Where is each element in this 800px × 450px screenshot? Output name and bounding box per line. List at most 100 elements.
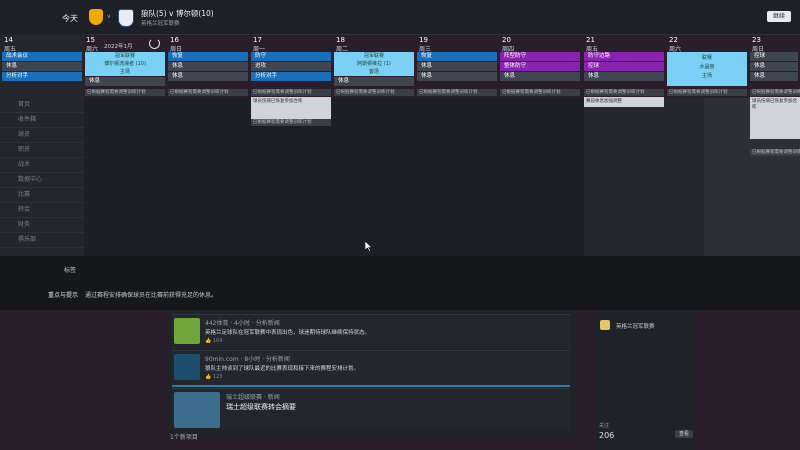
day-header: 17 周一 bbox=[253, 36, 266, 53]
news-text: 狼队主帅谈到了球队最近的比赛表现和接下来的赛程安排计划。 bbox=[205, 366, 360, 372]
training-session[interactable]: 分析对手 bbox=[251, 72, 331, 81]
match-card-venue: 客场 bbox=[368, 69, 379, 75]
tips-strip bbox=[0, 256, 800, 310]
match-card-competition: 冠军联赛 bbox=[114, 53, 135, 59]
sidebar-item[interactable]: 首页 bbox=[0, 98, 84, 113]
training-session[interactable]: 休息 bbox=[584, 72, 664, 81]
news-post[interactable]: 442体育 · 4小时 · 分析新闻 英格兰足球队在冠军联赛中表现出色，球迷期待… bbox=[172, 314, 570, 349]
news-likes: 👍 164 bbox=[205, 338, 222, 344]
day-header: 16 周日 bbox=[170, 36, 183, 53]
schedule-note: 已根据赛程需要调整训练计划 bbox=[667, 89, 747, 96]
training-session[interactable]: 进攻 bbox=[251, 62, 331, 71]
like-count: 123 bbox=[212, 374, 223, 380]
news-thumbnail bbox=[174, 354, 200, 380]
schedule-note: 已根据赛程需要调整训练计划 bbox=[584, 89, 664, 96]
sidebar-item[interactable]: 球员 bbox=[0, 128, 84, 143]
loading-spinner-icon bbox=[149, 38, 160, 49]
news-thumbnail bbox=[174, 318, 200, 344]
training-session[interactable]: 休息 bbox=[168, 62, 248, 71]
training-session[interactable]: 休息 bbox=[500, 72, 580, 81]
match-card[interactable]: 冠军联赛 博尔顿流浪者 (10) 主场 bbox=[85, 52, 165, 76]
training-session[interactable]: 恢复 bbox=[417, 52, 497, 61]
follow-count: 206 bbox=[599, 431, 615, 440]
club-crest-icon bbox=[600, 320, 610, 330]
sidebar-item[interactable]: 数据中心 bbox=[0, 173, 84, 188]
tips-label: 重点与提示 bbox=[48, 292, 79, 299]
schedule-note: 已根据赛程需要调整训练计划 bbox=[750, 89, 800, 96]
day-18-column: 冠军联赛 阿斯顿维拉 (1) 客场 休息 bbox=[334, 52, 414, 86]
news-thumbnail bbox=[174, 392, 220, 428]
training-session[interactable]: 恢复 bbox=[168, 52, 248, 61]
training-session[interactable]: 休息 bbox=[417, 72, 497, 81]
schedule-note: 已根据赛程需要调整训练计划 bbox=[500, 89, 580, 96]
mouse-cursor-icon bbox=[365, 241, 373, 252]
training-session[interactable]: 休息 bbox=[334, 77, 414, 86]
training-session[interactable]: 控球 bbox=[750, 52, 798, 61]
day-21-column: 防守边路 控球 休息 bbox=[584, 52, 664, 86]
followed-item[interactable]: 英格兰冠军联赛 bbox=[616, 322, 655, 330]
day-header: 21 周五 bbox=[586, 36, 599, 53]
day-header: 14 周五 bbox=[4, 36, 17, 53]
day-header: 20 周四 bbox=[502, 36, 515, 53]
training-session[interactable]: 战术会议 bbox=[2, 52, 82, 61]
match-card-opponent: 阿斯顿维拉 (1) bbox=[357, 61, 391, 67]
schedule-note: 已根据赛程需要调整训练计划 bbox=[251, 119, 331, 126]
sidebar-item[interactable]: 比赛 bbox=[0, 188, 84, 203]
like-count: 164 bbox=[212, 338, 223, 344]
today-label[interactable]: 今天 bbox=[62, 13, 78, 24]
match-competition: 英格兰冠军联赛 bbox=[141, 21, 180, 27]
versus-label: v bbox=[107, 13, 111, 20]
training-session[interactable]: 休息 bbox=[417, 62, 497, 71]
follow-count-label: 关注 bbox=[599, 423, 610, 429]
sidebar-item[interactable]: 俱乐部 bbox=[0, 233, 84, 248]
training-session[interactable]: 整体防守 bbox=[500, 62, 580, 71]
schedule-popup[interactable]: 赛前休息加强调整 bbox=[584, 97, 664, 107]
training-session[interactable]: 阵型防守 bbox=[500, 52, 580, 61]
strip-label: 标签 bbox=[64, 267, 77, 274]
news-feed: 442体育 · 4小时 · 分析新闻 英格兰足球队在冠军联赛中表现出色，球迷期待… bbox=[168, 310, 576, 438]
training-session[interactable]: 休息 bbox=[750, 72, 798, 81]
training-session[interactable]: 防守 bbox=[251, 52, 331, 61]
training-session[interactable]: 休息 bbox=[85, 77, 165, 86]
training-session[interactable]: 休息 bbox=[2, 62, 82, 71]
match-card-venue: 主场 bbox=[701, 73, 712, 79]
news-likes: 👍 123 bbox=[205, 374, 222, 380]
match-title[interactable]: 狼队(5) v 博尔顿(10) bbox=[141, 8, 214, 19]
day-23-column: 控球 休息 休息 bbox=[750, 52, 798, 86]
schedule-note: 已根据赛程需要调整训练计划 bbox=[750, 149, 800, 156]
view-button[interactable]: 查看 bbox=[675, 430, 693, 438]
sidebar-item[interactable]: 财务 bbox=[0, 218, 84, 233]
day-header: 22 周六 bbox=[669, 36, 682, 53]
sidebar-item[interactable]: 收件箱 bbox=[0, 113, 84, 128]
news-source: 90min.com · 8小时 · 分析新闻 bbox=[205, 356, 290, 363]
followed-list: 英格兰冠军联赛 bbox=[596, 310, 696, 450]
schedule-popup[interactable]: 球员伤病已恢复参加合练 bbox=[251, 97, 331, 119]
new-items-count[interactable]: 1个新项目 bbox=[170, 432, 198, 441]
sidebar-item[interactable]: 职员 bbox=[0, 143, 84, 158]
day-header: 19 周三 bbox=[419, 36, 432, 53]
training-session[interactable]: 防守边路 bbox=[584, 52, 664, 61]
training-session[interactable]: 休息 bbox=[750, 62, 798, 71]
sidebar-item[interactable]: 转会 bbox=[0, 203, 84, 218]
sidebar-item[interactable]: 战术 bbox=[0, 158, 84, 173]
day-16-column: 恢复 休息 休息 bbox=[168, 52, 248, 86]
day-15-column: 冠军联赛 博尔顿流浪者 (10) 主场 休息 bbox=[85, 52, 165, 86]
schedule-note: 已根据赛程需要调整训练计划 bbox=[417, 89, 497, 96]
match-card[interactable]: 联赛 水晶宫 主场 bbox=[667, 52, 747, 86]
news-post[interactable]: 瑞士超级联赛 · 新闻 瑞士超级联赛转会摘要 bbox=[172, 388, 570, 429]
training-session[interactable]: 分析对手 bbox=[2, 72, 82, 81]
news-source: 瑞士超级联赛 · 新闻 bbox=[226, 394, 280, 401]
training-session[interactable]: 控球 bbox=[584, 62, 664, 71]
wolves-crest-icon bbox=[89, 9, 103, 25]
continue-button[interactable]: 继续 bbox=[767, 11, 791, 22]
schedule-popup[interactable]: 球员伤病已恢复参加合练 bbox=[750, 97, 800, 139]
day-header: 18 周二 bbox=[336, 36, 349, 53]
match-card-competition: 冠军联赛 bbox=[363, 53, 384, 59]
news-post[interactable]: 90min.com · 8小时 · 分析新闻 狼队主帅谈到了球队最近的比赛表现和… bbox=[172, 350, 570, 387]
training-session[interactable]: 休息 bbox=[168, 72, 248, 81]
thumbs-up-icon: 👍 bbox=[205, 338, 212, 344]
month-label: 2022年1月 bbox=[104, 44, 133, 50]
match-card[interactable]: 冠军联赛 阿斯顿维拉 (1) 客场 bbox=[334, 52, 414, 76]
main-panel bbox=[84, 98, 584, 256]
match-card-opponent: 博尔顿流浪者 (10) bbox=[104, 61, 146, 67]
